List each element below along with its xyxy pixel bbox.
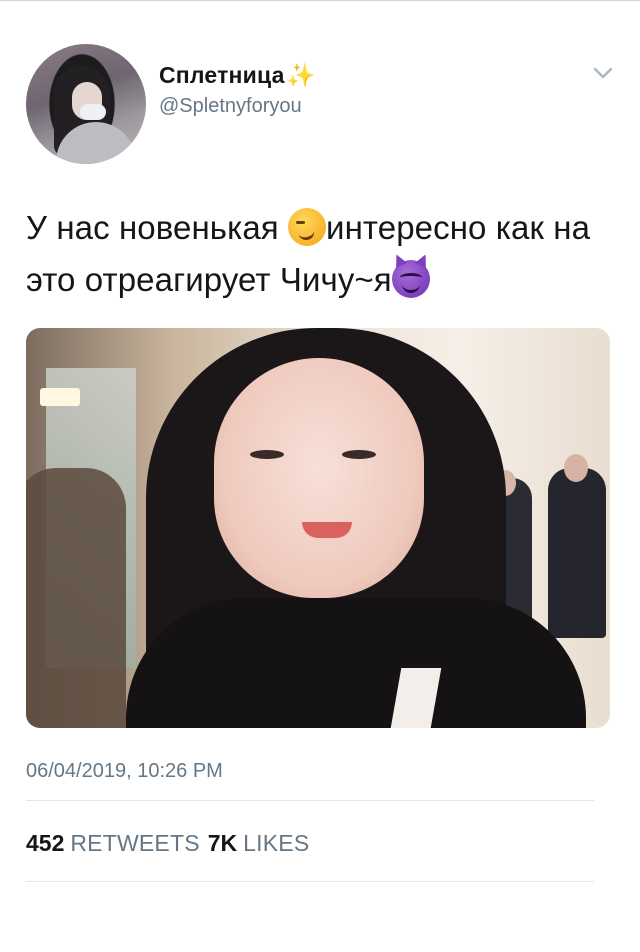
divider bbox=[26, 881, 594, 882]
chevron-down-icon[interactable] bbox=[592, 62, 614, 84]
likes-label[interactable]: LIKES bbox=[243, 830, 309, 856]
tweet-text-part-1: У нас новенькая bbox=[26, 209, 289, 246]
tweet-photo[interactable] bbox=[26, 328, 610, 728]
sparkles-emoji: ✨ bbox=[286, 62, 316, 88]
likes-count[interactable]: 7K bbox=[208, 830, 237, 856]
tweet-header: Сплетница✨ @Spletnyforyou bbox=[26, 44, 614, 166]
tweet-text: У нас новенькая интересно как на это отр… bbox=[26, 202, 616, 306]
author-block[interactable]: Сплетница✨ @Spletnyforyou bbox=[159, 62, 315, 118]
retweets-label[interactable]: RETWEETS bbox=[70, 830, 199, 856]
smirking-face-icon bbox=[288, 208, 327, 246]
smiling-face-with-horns-icon bbox=[390, 252, 431, 298]
avatar[interactable] bbox=[26, 44, 146, 164]
display-name[interactable]: Сплетница✨ bbox=[159, 62, 315, 89]
top-divider bbox=[0, 0, 640, 1]
user-handle[interactable]: @Spletnyforyou bbox=[159, 95, 315, 118]
engagement-stats: 452 RETWEETS 7K LIKES bbox=[26, 830, 317, 857]
retweets-count[interactable]: 452 bbox=[26, 830, 64, 856]
display-name-text: Сплетница bbox=[159, 62, 285, 88]
divider bbox=[26, 800, 594, 801]
tweet-timestamp: 06/04/2019, 10:26 PM bbox=[26, 760, 223, 782]
